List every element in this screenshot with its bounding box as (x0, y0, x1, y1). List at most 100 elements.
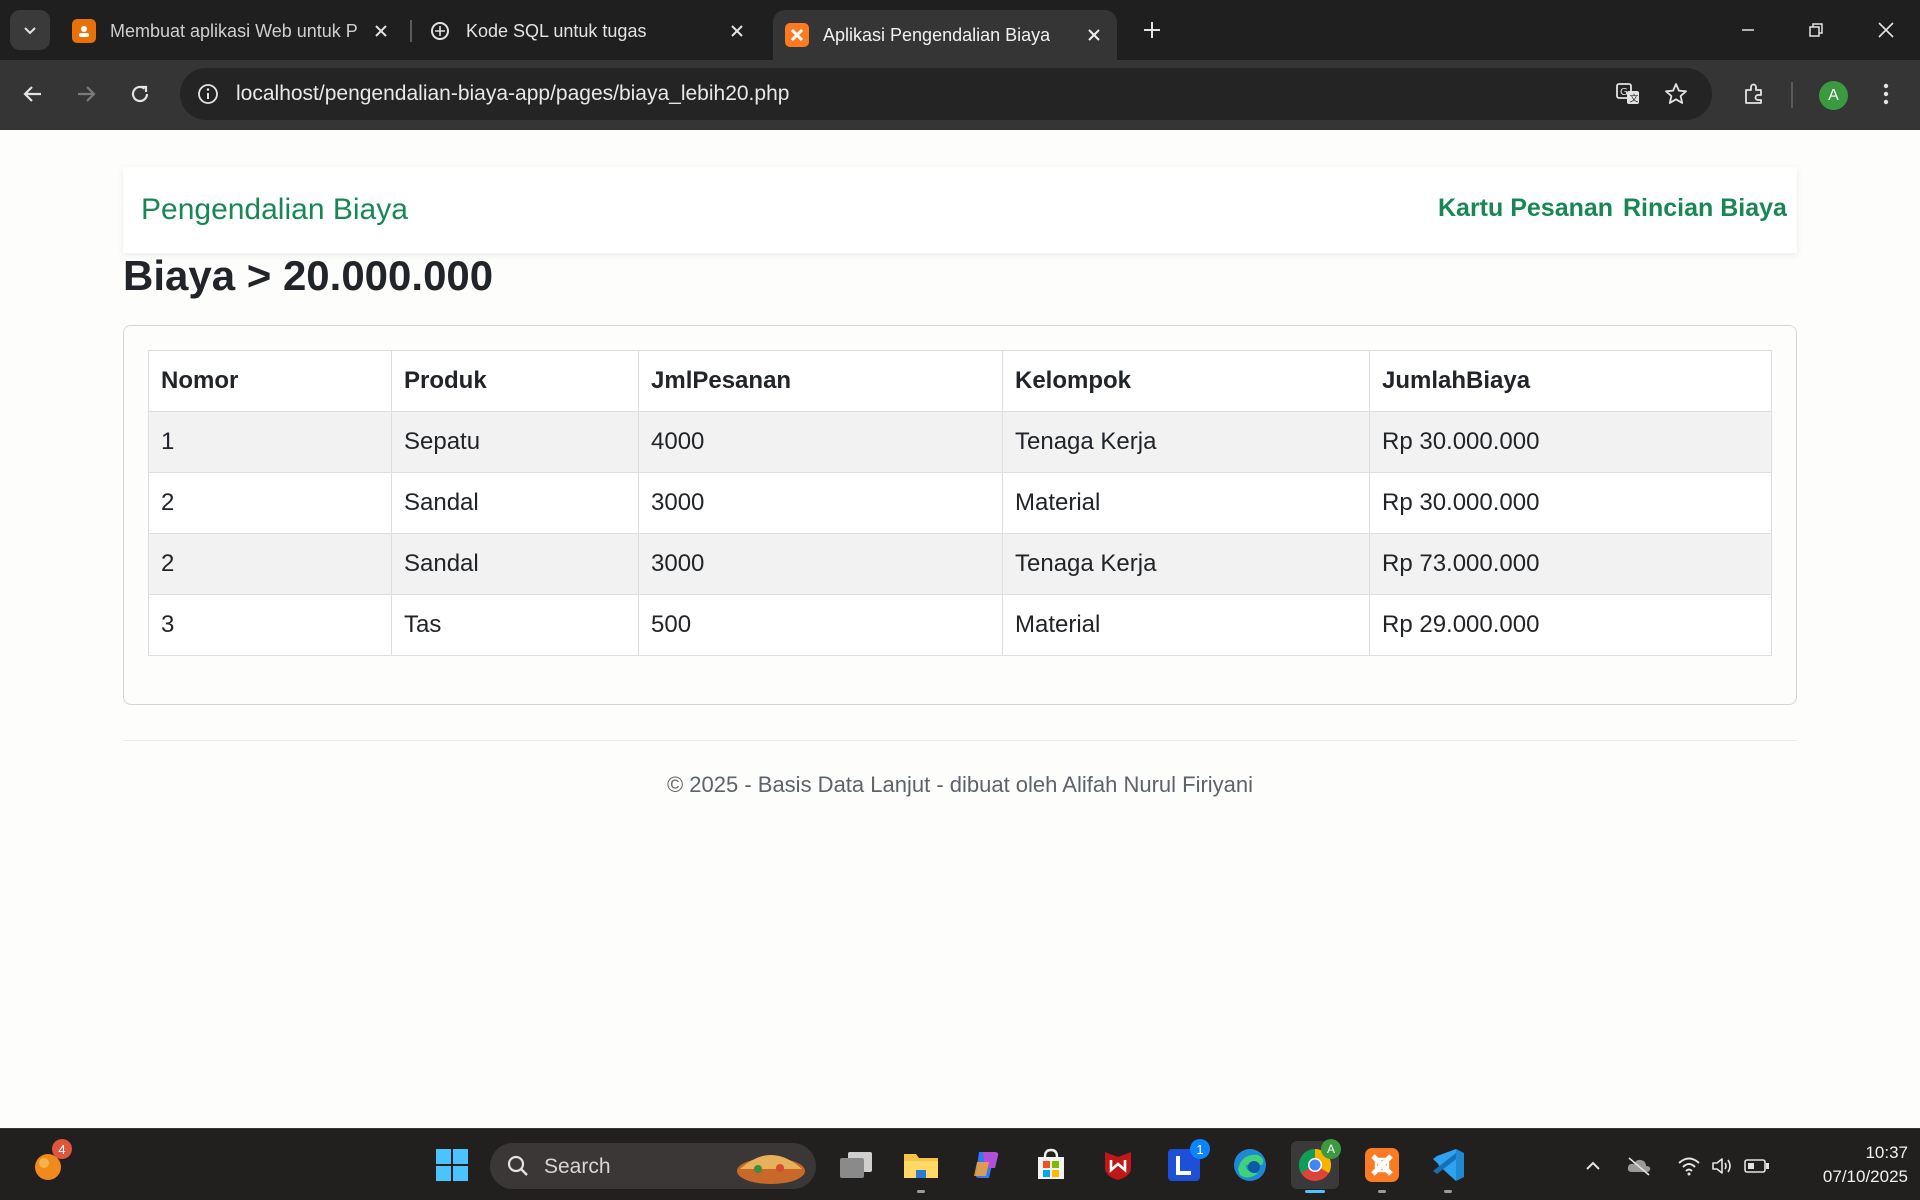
site-info-icon[interactable] (192, 78, 224, 110)
address-bar[interactable]: localhost/pengendalian-biaya-app/pages/b… (180, 68, 1712, 120)
edge-icon (1234, 1149, 1266, 1181)
more-vertical-icon (1883, 83, 1889, 105)
cell-jumlahbiaya: Rp 30.000.000 (1369, 472, 1772, 534)
arrow-left-icon (23, 86, 41, 102)
system-clock[interactable]: 10:37 07/10/2025 (1798, 1141, 1908, 1189)
edge-button[interactable] (1226, 1141, 1274, 1189)
cell-jmlpesanan: 4000 (638, 411, 1003, 473)
biaya-table: Nomor Produk JmlPesanan Kelompok JumlahB… (148, 350, 1772, 656)
search-icon (507, 1155, 528, 1176)
translate-icon[interactable]: G文 (1612, 78, 1644, 110)
copilot-icon (974, 1152, 999, 1178)
windows-logo-icon (436, 1149, 468, 1181)
tab-membuat-aplikasi[interactable]: Membuat aplikasi Web untuk P (70, 10, 400, 52)
onedrive-status-icon[interactable] (1626, 1153, 1652, 1179)
slides-icon (72, 19, 96, 43)
restore-icon (1809, 23, 1823, 37)
cell-nomor: 1 (148, 411, 392, 473)
chrome-button[interactable]: A (1291, 1139, 1341, 1193)
xampp-button[interactable] (1358, 1141, 1406, 1193)
cell-jmlpesanan: 3000 (638, 533, 1003, 595)
cell-kelompok: Material (1002, 472, 1370, 534)
vscode-button[interactable] (1424, 1141, 1472, 1193)
bookmark-star-icon[interactable] (1660, 78, 1692, 110)
forward-button[interactable] (66, 74, 106, 114)
xampp-icon (785, 23, 809, 47)
file-explorer-button[interactable] (897, 1141, 945, 1193)
search-placeholder: Search (544, 1155, 611, 1178)
running-indicator (917, 1190, 925, 1193)
xampp-icon (1365, 1148, 1399, 1182)
browser-menu-button[interactable] (1866, 74, 1906, 114)
column-header-jmlpesanan: JmlPesanan (638, 350, 1003, 412)
reload-button[interactable] (120, 74, 160, 114)
cell-jumlahbiaya: Rp 73.000.000 (1369, 533, 1772, 595)
back-button[interactable] (13, 74, 53, 114)
show-hidden-icons-button[interactable] (1580, 1153, 1606, 1179)
close-window-button[interactable] (1866, 12, 1906, 48)
plus-icon (1144, 22, 1160, 38)
store-icon (1038, 1148, 1064, 1179)
cell-nomor: 2 (148, 533, 392, 595)
wifi-icon[interactable] (1676, 1153, 1702, 1179)
l-app-button[interactable]: 1 (1160, 1139, 1210, 1189)
restore-button[interactable] (1796, 12, 1836, 48)
cell-produk: Sepatu (391, 411, 639, 473)
volume-icon[interactable] (1710, 1153, 1736, 1179)
extensions-button[interactable] (1734, 74, 1774, 114)
arrow-right-icon (78, 86, 96, 102)
clock-time: 10:37 (1865, 1143, 1908, 1162)
tab-divider (410, 20, 412, 42)
mcafee-button[interactable] (1094, 1141, 1142, 1189)
table-row: 1 Sepatu 4000 Tenaga Kerja Rp 30.000.000 (148, 411, 1772, 473)
l-app-badge: 1 (1190, 1139, 1210, 1159)
navbar-brand[interactable]: Pengendalian Biaya (141, 193, 408, 227)
copilot-button[interactable] (962, 1141, 1010, 1189)
minimize-icon (1742, 29, 1754, 31)
page-viewport: Pengendalian Biaya Kartu Pesanan Rincian… (0, 130, 1920, 1128)
tab-aplikasi-pengendalian-biaya[interactable]: Aplikasi Pengendalian Biaya (773, 10, 1117, 60)
page-title: Biaya > 20.000.000 (123, 252, 494, 299)
cell-jmlpesanan: 3000 (638, 472, 1003, 534)
running-indicator (1444, 1190, 1452, 1193)
close-icon[interactable] (726, 20, 748, 42)
profile-avatar[interactable]: A (1819, 81, 1848, 110)
task-view-button[interactable] (832, 1141, 880, 1189)
cell-kelompok: Material (1002, 594, 1370, 656)
svg-text:G: G (1620, 87, 1628, 98)
url-text: localhost/pengendalian-biaya-app/pages/b… (236, 82, 790, 105)
column-header-jumlahbiaya: JumlahBiaya (1369, 350, 1772, 412)
widgets-button[interactable]: 4 (24, 1139, 72, 1189)
close-icon[interactable] (1083, 24, 1105, 46)
clock-date: 07/10/2025 (1822, 1167, 1908, 1186)
svg-text:文: 文 (1630, 93, 1639, 105)
tab-search-button[interactable] (10, 10, 50, 50)
column-header-nomor: Nomor (148, 350, 392, 412)
table-row: 3 Tas 500 Material Rp 29.000.000 (148, 594, 1772, 656)
toolbar-divider (1791, 82, 1793, 108)
start-button[interactable] (428, 1141, 476, 1189)
close-icon[interactable] (370, 20, 392, 42)
tab-title: Aplikasi Pengendalian Biaya (823, 24, 1051, 45)
tab-kode-sql[interactable]: Kode SQL untuk tugas (428, 10, 758, 52)
vscode-icon (1433, 1149, 1464, 1181)
table-card: Nomor Produk JmlPesanan Kelompok JumlahB… (123, 325, 1797, 705)
microsoft-store-button[interactable] (1027, 1141, 1075, 1189)
tab-title: Kode SQL untuk tugas (466, 20, 647, 41)
search-highlight-image-icon (737, 1155, 805, 1184)
battery-icon[interactable] (1744, 1153, 1770, 1179)
cell-jmlpesanan: 500 (638, 594, 1003, 656)
minimize-button[interactable] (1728, 12, 1768, 48)
chatgpt-icon (428, 19, 452, 43)
nav-link-rincian-biaya[interactable]: Rincian Biaya (1623, 194, 1787, 223)
reload-icon (131, 85, 149, 103)
site-navbar: Pengendalian Biaya Kartu Pesanan Rincian… (123, 167, 1797, 253)
new-tab-button[interactable] (1136, 14, 1168, 46)
nav-link-kartu-pesanan[interactable]: Kartu Pesanan (1438, 194, 1613, 223)
running-indicator (1378, 1190, 1386, 1193)
windows-taskbar: 4 Search 1 A 10:37 07/10/2025 (0, 1128, 1920, 1200)
task-view-icon (840, 1152, 872, 1178)
cell-nomor: 2 (148, 472, 392, 534)
chrome-profile-badge: A (1321, 1139, 1341, 1159)
taskbar-search[interactable]: Search (490, 1143, 816, 1189)
